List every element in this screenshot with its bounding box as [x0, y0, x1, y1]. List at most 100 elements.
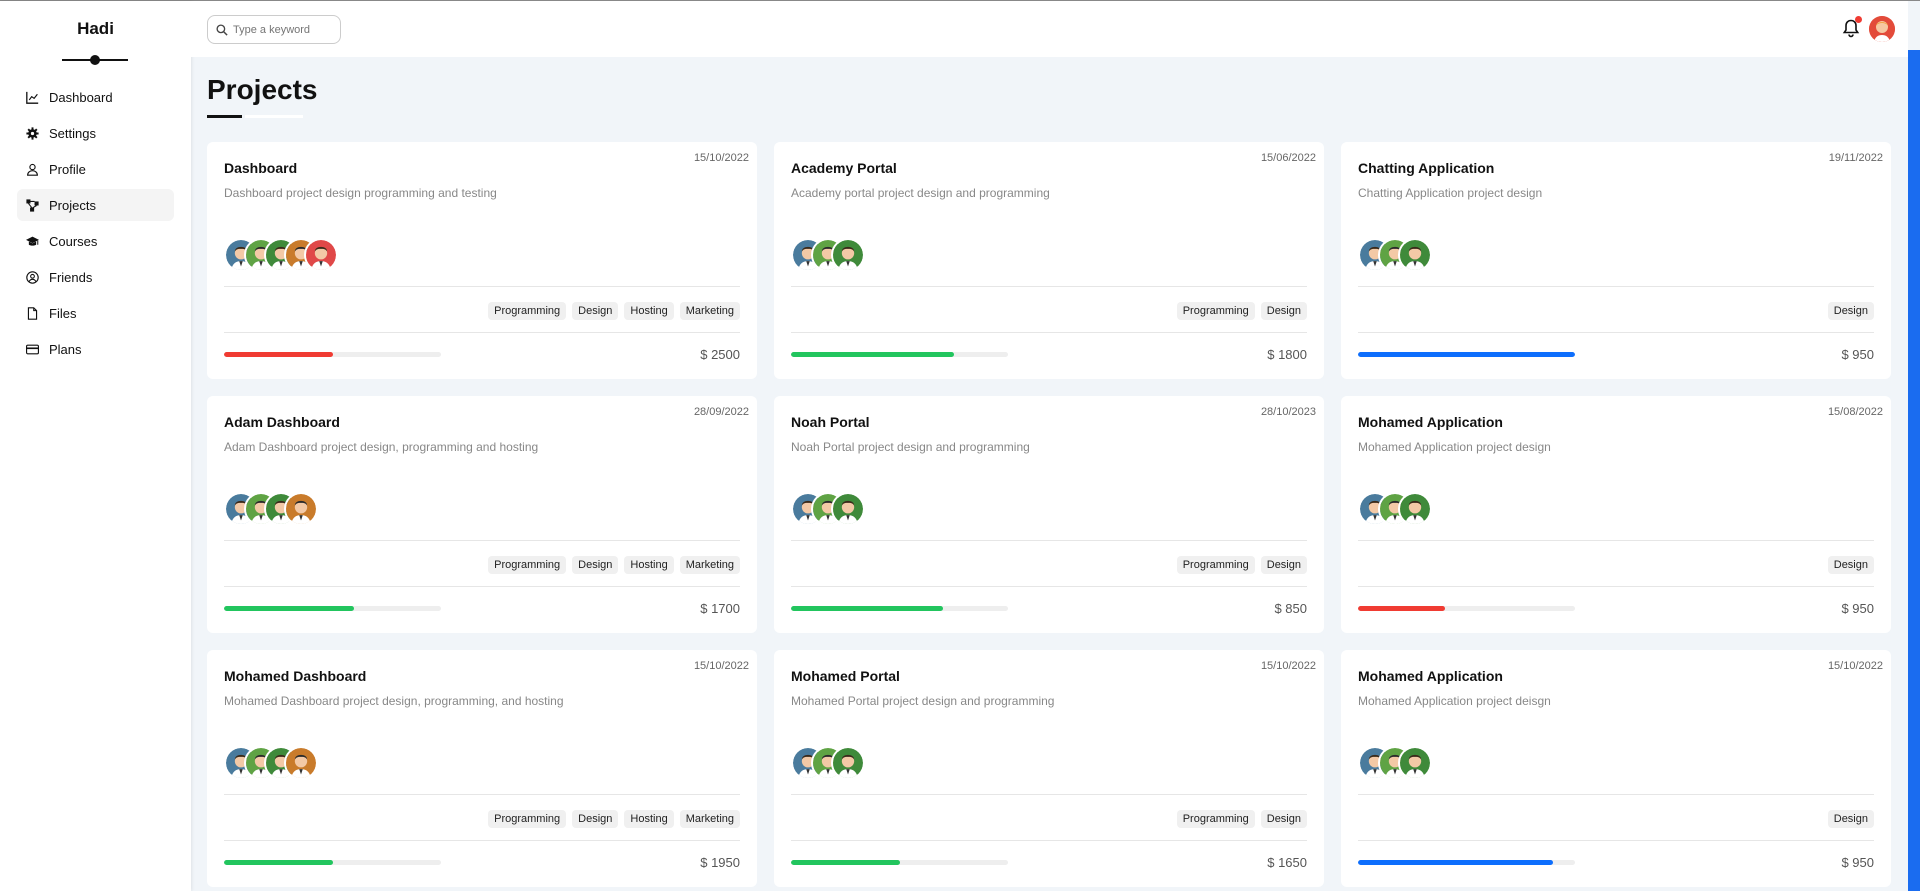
sidebar-item-label: Plans	[49, 341, 82, 357]
project-tag[interactable]: Programming	[488, 556, 567, 574]
divider	[1358, 794, 1874, 795]
project-description: Noah Portal project design and programmi…	[791, 440, 1030, 454]
divider	[224, 586, 740, 587]
divider	[1358, 586, 1874, 587]
team-member-avatar[interactable]	[1398, 746, 1432, 780]
brand-title: Hadi	[77, 19, 114, 38]
project-card[interactable]: 28/09/2022 Adam Dashboard Adam Dashboard p…	[207, 396, 757, 633]
progress-fill	[224, 606, 355, 611]
divider	[224, 794, 740, 795]
project-name: Noah Portal	[791, 414, 870, 430]
divider	[224, 286, 740, 287]
team-member-avatar[interactable]	[1398, 238, 1432, 272]
diagram-icon	[26, 198, 39, 212]
sidebar-item-projects[interactable]: Projects	[17, 189, 174, 221]
search-input[interactable]	[233, 23, 333, 36]
project-description: Academy portal project design and progra…	[791, 186, 1050, 200]
divider	[791, 540, 1307, 541]
project-price: $ 1950	[700, 855, 740, 870]
sidebar-item-settings[interactable]: Settings	[17, 117, 174, 149]
sidebar-item-label: Friends	[49, 269, 93, 285]
divider	[224, 840, 740, 841]
project-tag[interactable]: Programming	[1176, 556, 1255, 574]
project-tag[interactable]: Hosting	[624, 810, 674, 828]
project-tag[interactable]: Programming	[488, 302, 567, 320]
project-card[interactable]: 15/10/2022 Dashboard Dashboard project des…	[207, 142, 757, 379]
sidebar: Hadi Dashboard Settings Profile Projects…	[0, 1, 191, 891]
sidebar-item-label: Files	[49, 305, 77, 321]
project-tags: Design	[1827, 556, 1874, 574]
team-member-avatar[interactable]	[831, 492, 865, 526]
project-team	[224, 238, 338, 272]
project-price: $ 1700	[700, 601, 740, 616]
graduation-cap-icon	[26, 236, 39, 246]
project-name: Chatting Application	[1358, 160, 1495, 176]
sidebar-item-label: Settings	[49, 125, 96, 141]
progress-bar	[224, 606, 441, 611]
divider	[791, 840, 1307, 841]
project-tag[interactable]: Design	[572, 302, 619, 320]
project-card[interactable]: 15/10/2022 Mohamed Dashboard Mohamed Dashb…	[207, 650, 757, 887]
progress-bar	[224, 860, 441, 865]
chart-icon	[26, 91, 39, 104]
project-card[interactable]: 15/10/2022 Mohamed Portal Mohamed Portal p…	[774, 650, 1324, 887]
team-member-avatar[interactable]	[304, 238, 338, 272]
project-card[interactable]: 28/10/2023 Noah Portal Noah Portal project…	[774, 396, 1324, 633]
progress-bar	[1358, 606, 1575, 611]
project-date: 19/11/2022	[1828, 152, 1883, 164]
project-name: Adam Dashboard	[224, 414, 340, 430]
project-tag[interactable]: Programming	[1176, 302, 1255, 320]
title-underline	[207, 115, 307, 119]
progress-bar	[1358, 352, 1575, 357]
divider	[791, 286, 1307, 287]
project-description: Mohamed Application project deisgn	[1358, 694, 1551, 708]
sidebar-item-courses[interactable]: Courses	[17, 225, 174, 257]
team-member-avatar[interactable]	[831, 238, 865, 272]
divider	[224, 332, 740, 333]
team-member-avatar[interactable]	[831, 746, 865, 780]
project-card[interactable]: 19/11/2022 Chatting Application Chatting A…	[1341, 142, 1891, 379]
sidebar-item-dashboard[interactable]: Dashboard	[17, 81, 174, 113]
project-tag[interactable]: Programming	[488, 810, 567, 828]
project-tag[interactable]: Design	[572, 556, 619, 574]
sidebar-item-label: Courses	[49, 233, 98, 249]
project-description: Mohamed Dashboard project design, progra…	[224, 694, 564, 708]
project-tag[interactable]: Design	[1827, 556, 1874, 574]
project-tag[interactable]: Hosting	[624, 302, 674, 320]
project-card[interactable]: 15/08/2022 Mohamed Application Mohamed App…	[1341, 396, 1891, 633]
project-price: $ 2500	[700, 347, 740, 362]
sidebar-item-friends[interactable]: Friends	[17, 261, 174, 293]
team-member-avatar[interactable]	[1398, 492, 1432, 526]
project-tag[interactable]: Marketing	[679, 810, 740, 828]
project-tag[interactable]: Programming	[1176, 810, 1255, 828]
projects-grid: 15/10/2022 Dashboard Dashboard project des…	[207, 142, 1891, 887]
project-tag[interactable]: Design	[1260, 556, 1307, 574]
sidebar-item-plans[interactable]: Plans	[17, 333, 174, 365]
project-card[interactable]: 15/10/2022 Mohamed Application Mohamed App…	[1341, 650, 1891, 887]
user-avatar[interactable]	[1869, 16, 1895, 42]
project-tag[interactable]: Hosting	[624, 556, 674, 574]
project-tag[interactable]: Design	[1260, 302, 1307, 320]
project-tag[interactable]: Design	[572, 810, 619, 828]
team-member-avatar[interactable]	[284, 746, 318, 780]
sidebar-item-profile[interactable]: Profile	[17, 153, 174, 185]
sidebar-item-label: Profile	[49, 161, 86, 177]
project-team	[1358, 492, 1432, 526]
project-tag[interactable]: Design	[1827, 302, 1874, 320]
team-member-avatar[interactable]	[284, 492, 318, 526]
project-tag[interactable]: Marketing	[679, 302, 740, 320]
page-title: Projects	[207, 74, 318, 105]
project-tag[interactable]: Marketing	[679, 556, 740, 574]
project-card[interactable]: 15/06/2022 Academy Portal Academy portal p…	[774, 142, 1324, 379]
project-tags: Programming Design Hosting Marketing	[488, 302, 740, 320]
progress-fill	[791, 352, 954, 357]
notification-button[interactable]	[1842, 16, 1862, 38]
project-tag[interactable]: Design	[1260, 810, 1307, 828]
circle-user-icon	[26, 270, 39, 284]
sidebar-item-files[interactable]: Files	[17, 297, 174, 329]
brand-underline	[62, 55, 128, 65]
scrollbar-accent	[1908, 50, 1920, 891]
project-tag[interactable]: Design	[1827, 810, 1874, 828]
project-team	[1358, 746, 1432, 780]
search-box[interactable]	[207, 15, 341, 44]
